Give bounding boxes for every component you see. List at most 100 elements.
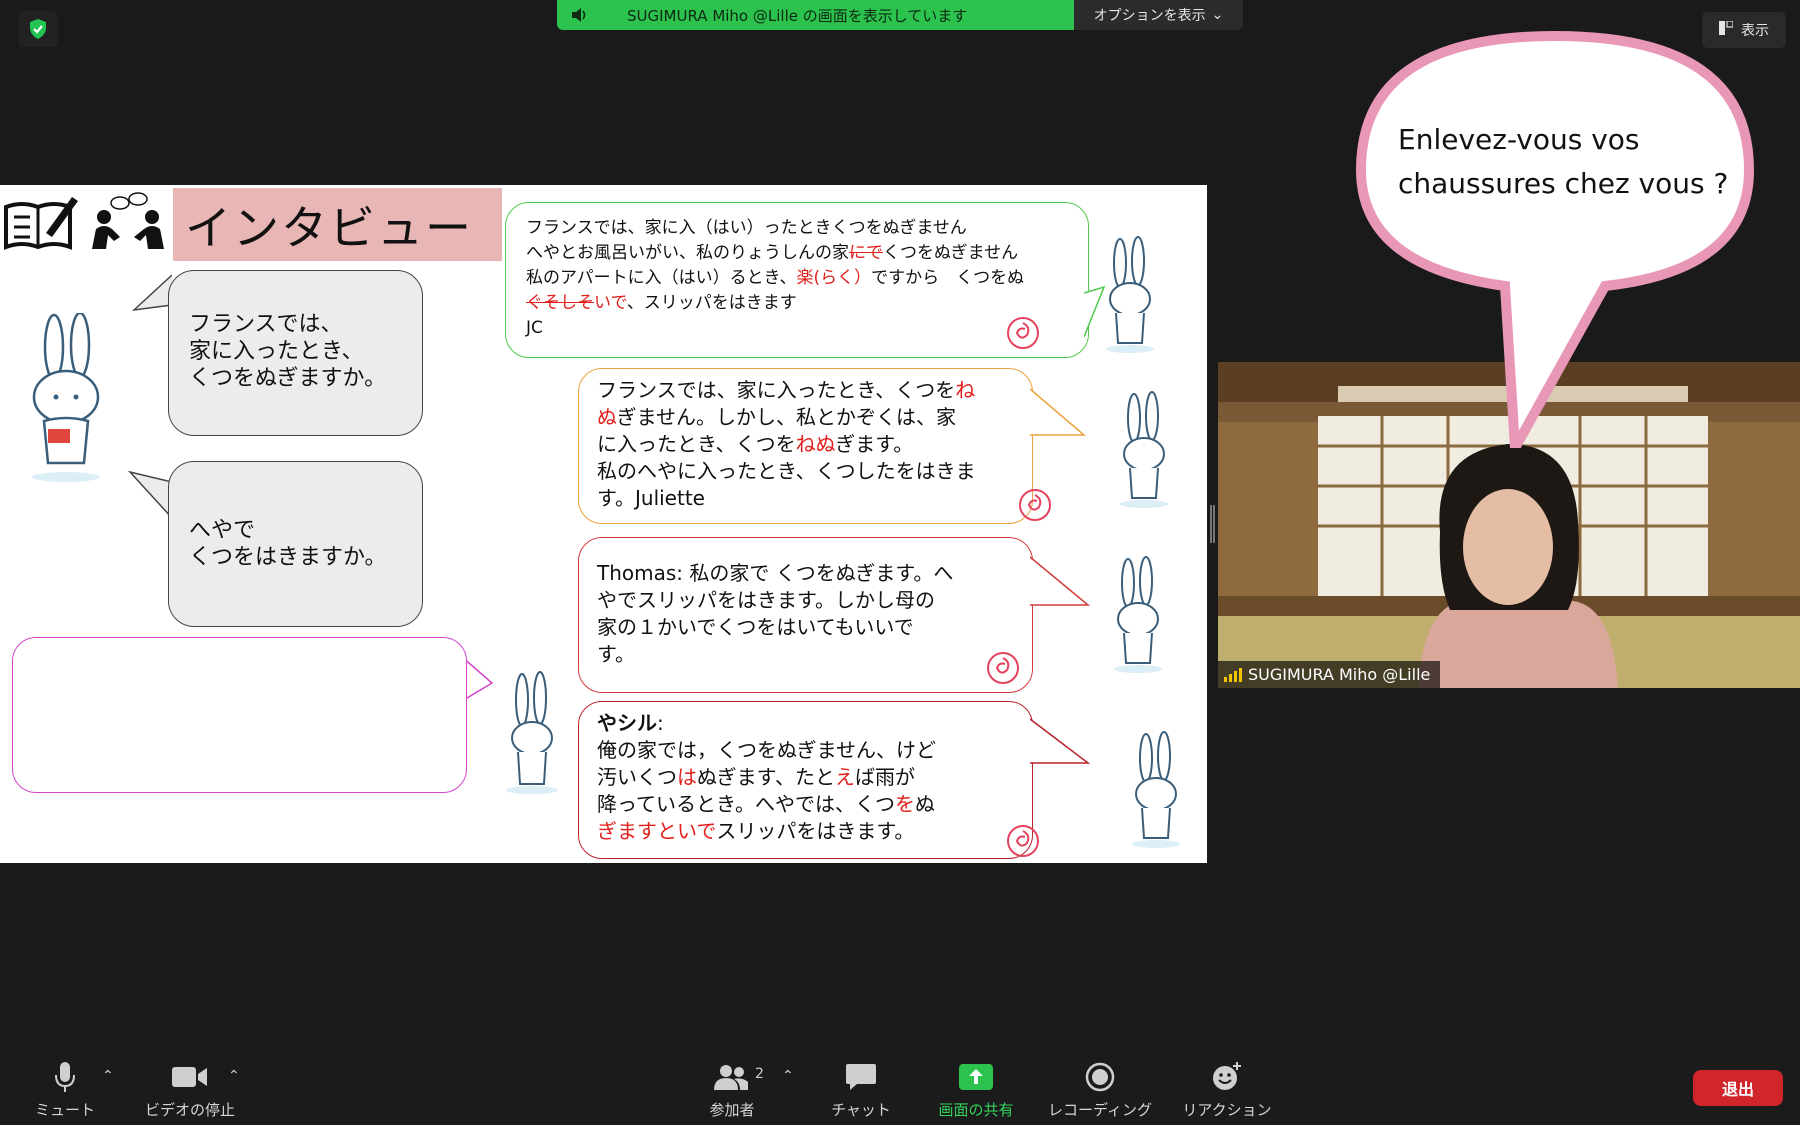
chat-bubble-icon [845,1059,877,1095]
notebook-interview-icon [3,192,164,250]
speech-bubble-text: Enlevez-vous vos chaussures chez vous ? [1398,118,1738,206]
juliette-text: フランスでは、家に入ったとき、くつを [597,378,956,402]
bunny-illustration-2 [1120,391,1168,508]
question-2-line-2: くつをはきますか。 [189,545,387,570]
signal-strength-icon [1224,667,1242,682]
view-options-button[interactable]: オプションを表示 ⌄ [1074,0,1243,30]
speaker-icon [571,7,591,23]
juliette-line-4: 私のへやに入ったとき、くつしたをはきま [597,459,976,483]
jc-line-3-text: ですから くつをぬ [871,268,1025,288]
share-screen-button[interactable]: 画面の共有 [934,1056,1018,1120]
rose-stamp-icon [1007,317,1039,349]
share-screen-label: 画面の共有 [938,1101,1014,1119]
video-options-caret-icon[interactable]: ⌃ [228,1068,240,1084]
share-screen-icon [958,1059,994,1095]
bubble-tail [462,656,494,702]
stop-video-button[interactable]: ビデオの停止 [138,1056,242,1120]
answer-bubble-thomas: Thomas: 私の家で くつをぬぎます。へ やでスリッパをはきます。しかし母の… [578,537,1033,693]
chat-button[interactable]: チャット [828,1056,894,1120]
answer-bubble-yashiru: やシル: 俺の家では，くつをぬぎません、けど 汚いくつはぬぎます、たとえば雨が … [578,701,1033,859]
jc-author: JC [526,318,543,338]
jc-line-3: 私のアパートに入（はい）るとき、楽(らく）ですから くつをぬ [526,266,1088,291]
answer-bubble-juliette: フランスでは、家に入ったとき、くつをね ぬぎません。しかし、私とかぞくは、家 に… [578,368,1033,524]
record-icon [1085,1059,1115,1095]
speech-bubble-line-2: chaussures chez vous ? [1398,167,1729,200]
thomas-line-4: す。 [597,642,635,666]
bubble-tail [1084,285,1106,338]
mute-options-caret-icon[interactable]: ⌃ [102,1068,114,1084]
question-1-line-2: 家に入ったとき、 [189,339,364,364]
juliette-line-2: ぬぎません。しかし、私とかぞくは、家 [597,404,1032,431]
yashiru-line-1: 俺の家では，くつをぬぎません、けど [597,738,936,762]
yashiru-text: ぬ [915,792,935,816]
juliette-line-1: フランスでは、家に入ったとき、くつをね [597,377,1032,404]
shared-slide: インタビュー フランスでは、 家に入ったとき、 くつをぬぎますか。 へやで くつ… [0,185,1207,863]
empty-answer-bubble [12,637,467,793]
juliette-line-5: す。Juliette [597,486,705,510]
participants-count: 2 [755,1066,764,1082]
bunny-illustration-3 [1114,556,1162,673]
thomas-line-3: 家の１かいでくつをはいてもいいで [597,615,914,639]
juliette-correction: ね [955,378,976,402]
jc-line-4: ぐそしそいで、スリッパをはきます [526,291,1088,316]
juliette-correction: ねぬ [795,432,836,456]
juliette-text: ぎます。 [835,432,914,456]
microphone-icon [54,1059,76,1095]
bubble-tail [132,274,172,312]
screen-share-banner: SUGIMURA Miho @Lille の画面を表示しています [557,0,1074,30]
recording-button[interactable]: レコーディング [1044,1056,1156,1120]
reactions-label: リアクション [1182,1101,1272,1119]
bubble-tail [1030,718,1091,764]
chat-label: チャット [831,1101,891,1119]
jc-line-4-text: 、スリッパをはきます [626,293,797,313]
jc-line-1: フランスでは、家に入（はい）ったときくつをぬぎません [526,218,967,238]
speech-bubble-overlay [1355,30,1755,448]
jc-line-2: へやとお風呂いがい、私のりょうしんの家にでくつをぬぎません [526,241,1088,266]
participants-button[interactable]: 参加者 [702,1056,762,1120]
bunny-illustration-5 [506,671,558,794]
rose-stamp-icon [1019,489,1051,521]
mute-label: ミュート [34,1101,95,1119]
question-2-line-1: へやで [189,518,256,543]
bunny-illustration-1 [1106,236,1154,353]
yashiru-correction: は [677,765,697,789]
mute-button[interactable]: ミュート [30,1056,100,1120]
bubble-tail [1030,556,1091,606]
yashiru-correction: ぎますといで [597,819,717,843]
leave-meeting-button[interactable]: 退出 [1693,1070,1783,1106]
yashiru-text: 降っているとき。へやでは、くつ [597,792,895,816]
participants-options-caret-icon[interactable]: ⌃ [782,1068,794,1084]
rose-stamp-icon [987,652,1019,684]
yashiru-text: 汚いくつ [597,765,677,789]
jc-correction: 楽(らく） [796,268,872,288]
reactions-button[interactable]: リアクション [1178,1056,1276,1120]
video-camera-icon [172,1059,208,1095]
panel-resize-handle[interactable] [1210,505,1215,543]
question-1-line-1: フランスでは、 [189,312,343,337]
smiley-plus-icon [1211,1059,1243,1095]
share-banner-text: SUGIMURA Miho @Lille の画面を表示しています [627,6,968,25]
answer-bubble-jc: フランスでは、家に入（はい）ったときくつをぬぎません へやとお風呂いがい、私のり… [505,202,1089,358]
yashiru-text: ぬぎます、たと [697,765,835,789]
jc-correction: いで [594,293,627,313]
juliette-text: ぎません。しかし、私とかぞくは、家 [616,405,957,429]
security-shield-icon[interactable] [18,11,58,47]
participant-name: SUGIMURA Miho @Lille [1248,665,1431,684]
jc-line-2-text: へやとお風呂いがい、私のりょうしんの家 [526,243,849,263]
yashiru-correction: を [895,792,915,816]
yashiru-colon: : [657,711,664,735]
yashiru-line-2: 汚いくつはぬぎます、たとえば雨が [597,764,1032,791]
juliette-correction: ぬ [597,405,617,429]
juliette-text: に入ったとき、くつを [597,432,796,456]
participants-icon [714,1059,750,1095]
rose-stamp-icon [1007,825,1039,857]
yashiru-text: ば雨が [855,765,915,789]
thomas-line-2: やでスリッパをはきます。しかし母の [597,588,935,612]
jc-correction: にで [849,243,883,263]
juliette-line-3: に入ったとき、くつをねぬぎます。 [597,431,1032,458]
yashiru-line-4: ぎますといでスリッパをはきます。 [597,818,1032,845]
question-1-line-3: くつをぬぎますか。 [189,366,387,391]
yashiru-text: スリッパをはきます。 [716,819,915,843]
recording-label: レコーディング [1048,1101,1152,1119]
meeting-toolbar [0,1050,1800,1125]
